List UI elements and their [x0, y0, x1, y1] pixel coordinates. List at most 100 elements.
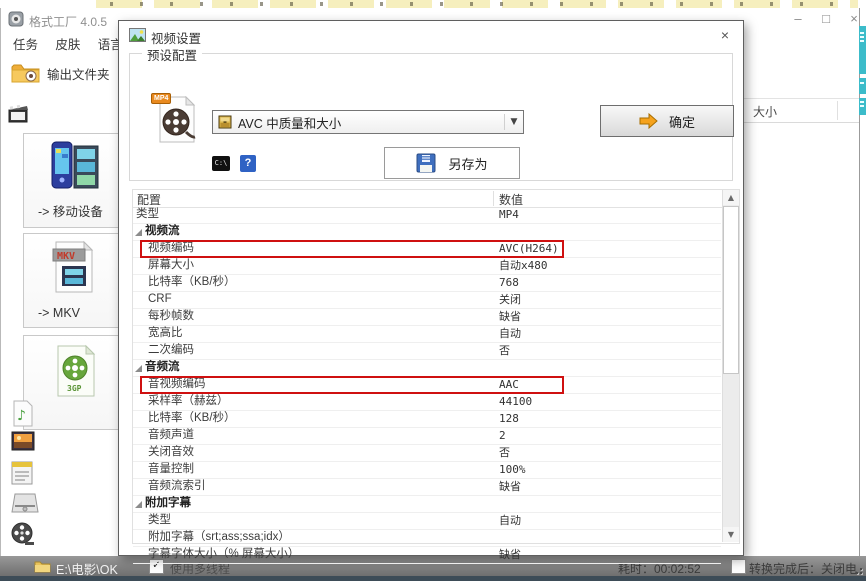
table-row[interactable]: 音频流索引 缺省: [133, 479, 721, 496]
table-row[interactable]: 字幕字体大小（% 屏幕大小） 缺省: [133, 547, 721, 564]
row-label: 屏幕大小: [133, 259, 194, 271]
video-reel-category-tab[interactable]: [11, 522, 37, 550]
table-row[interactable]: 类型 自动: [133, 513, 721, 530]
ok-arrow-icon: [639, 113, 659, 129]
table-row[interactable]: 附加字幕（srt;ass;ssa;idx）: [133, 530, 721, 547]
preset-selected-value: AVC 中质量和大小: [238, 113, 504, 132]
dialog-picture-icon: [129, 28, 146, 42]
table-row[interactable]: 关闭音效 否: [133, 445, 721, 462]
3gp-label: 3GP: [67, 384, 82, 393]
column-value[interactable]: 数值: [499, 191, 523, 208]
row-label: 每秒帧数: [133, 310, 194, 322]
mp4-badge: MP4: [151, 93, 171, 104]
output-folder-icon: [11, 61, 41, 85]
scrollbar-thumb[interactable]: [723, 206, 739, 374]
expand-triangle-icon: [135, 365, 142, 372]
music-file-icon: ♪: [11, 400, 35, 428]
row-label: 音视频编码: [133, 378, 206, 390]
video-clapper-icon: [6, 100, 32, 126]
audio-category-tab[interactable]: ♪: [11, 400, 37, 428]
menu-tasks[interactable]: 任务: [13, 34, 38, 53]
maximize-button[interactable]: □: [815, 10, 837, 28]
table-row[interactable]: 比特率（KB/秒） 128: [133, 411, 721, 428]
row-label: 宽高比: [133, 327, 183, 339]
preset-dropdown[interactable]: AVC 中质量和大小 ▼: [212, 110, 524, 134]
size-column-label: 大小: [753, 103, 777, 120]
row-label: 类型: [133, 514, 171, 526]
dialog-close-icon[interactable]: ×: [715, 26, 735, 44]
expand-triangle-icon: [135, 501, 142, 508]
table-row[interactable]: 视频编码 AVC(H264): [133, 241, 721, 258]
ok-button[interactable]: 确定: [600, 105, 734, 137]
scroll-down-icon[interactable]: ▼: [723, 527, 739, 542]
table-row[interactable]: 音视频编码 AAC: [133, 377, 721, 394]
column-divider[interactable]: [837, 101, 838, 120]
clipped-toolbar-text-fragments: [96, 2, 858, 6]
table-row[interactable]: 音频声道 2: [133, 428, 721, 445]
row-value: 自动: [499, 326, 521, 341]
output-folder-button[interactable]: 输出文件夹: [11, 56, 119, 90]
document-icon: [11, 461, 33, 485]
minimize-button[interactable]: –: [787, 10, 809, 28]
table-scrollbar[interactable]: ▲ ▼: [722, 190, 739, 542]
mkv-file-icon: MKV: [52, 240, 96, 296]
row-value: 缺省: [499, 479, 521, 494]
row-label: 比特率（KB/秒）: [133, 276, 236, 288]
picture-icon: [11, 431, 35, 451]
table-row[interactable]: 采样率（赫兹） 44100: [133, 394, 721, 411]
table-row[interactable]: 类型 MP4: [133, 207, 721, 224]
row-label: CRF: [133, 293, 172, 305]
picture-category-tab[interactable]: [11, 431, 37, 459]
row-label: 二次编码: [133, 344, 194, 356]
column-divider[interactable]: [493, 191, 494, 206]
table-row[interactable]: 附加字幕: [133, 496, 721, 513]
save-as-label: 另存为: [448, 154, 487, 173]
window-title: 格式工厂 4.0.5: [29, 13, 107, 30]
clipped-window-edge: [859, 98, 866, 115]
table-row[interactable]: 音频流: [133, 360, 721, 377]
row-label: 字幕字体大小（% 屏幕大小）: [133, 548, 299, 560]
row-label: 关闭音效: [133, 446, 194, 458]
table-row[interactable]: 屏幕大小 自动x480: [133, 258, 721, 275]
resize-grip-icon[interactable]: [852, 564, 862, 574]
app-icon: [8, 11, 24, 27]
svg-text:♪: ♪: [17, 408, 26, 424]
cmd-icon[interactable]: C:\: [212, 156, 230, 171]
cdrom-category-tab[interactable]: [11, 492, 37, 520]
row-label: 音频流索引: [133, 480, 206, 492]
table-row[interactable]: CRF 关闭: [133, 292, 721, 309]
list-column-header-size[interactable]: 大小: [743, 98, 859, 123]
ok-button-label: 确定: [669, 112, 695, 131]
row-value: 否: [499, 343, 510, 358]
save-as-button[interactable]: 另存为: [384, 147, 520, 179]
chevron-down-icon[interactable]: ▼: [504, 114, 523, 130]
table-row[interactable]: 音量控制 100%: [133, 462, 721, 479]
shutdown-checkbox[interactable]: [731, 559, 746, 574]
mp4-preset-icon: MP4: [156, 96, 196, 144]
video-category-tab[interactable]: [6, 100, 32, 126]
table-row[interactable]: 二次编码 否: [133, 343, 721, 360]
table-row[interactable]: 视频流: [133, 224, 721, 241]
column-config[interactable]: 配置: [137, 191, 161, 208]
cdrom-icon: [11, 492, 39, 516]
film-frame-icon: [218, 115, 232, 129]
row-value: MP4: [499, 207, 519, 222]
table-row[interactable]: 每秒帧数 缺省: [133, 309, 721, 326]
expand-triangle-icon: [135, 229, 142, 236]
mobile-device-icon: [50, 140, 102, 196]
help-icon[interactable]: ?: [240, 155, 256, 172]
table-row[interactable]: 宽高比 自动: [133, 326, 721, 343]
row-label: 视频编码: [133, 242, 194, 254]
table-row[interactable]: 比特率（KB/秒） 768: [133, 275, 721, 292]
row-value: AAC: [499, 377, 519, 392]
row-label: 比特率（KB/秒）: [133, 412, 236, 424]
document-category-tab[interactable]: [11, 461, 37, 489]
menu-skin[interactable]: 皮肤: [55, 34, 80, 53]
row-value: 否: [499, 445, 510, 460]
row-value: 768: [499, 275, 519, 290]
dialog-titlebar: 视频设置 ×: [119, 21, 743, 49]
output-folder-label: 输出文件夹: [47, 64, 110, 83]
row-value: AVC(H264): [499, 241, 559, 256]
scroll-up-icon[interactable]: ▲: [723, 190, 739, 205]
screen: 格式工厂 4.0.5 – □ × 任务 皮肤 语言 输出文件夹: [0, 0, 866, 581]
